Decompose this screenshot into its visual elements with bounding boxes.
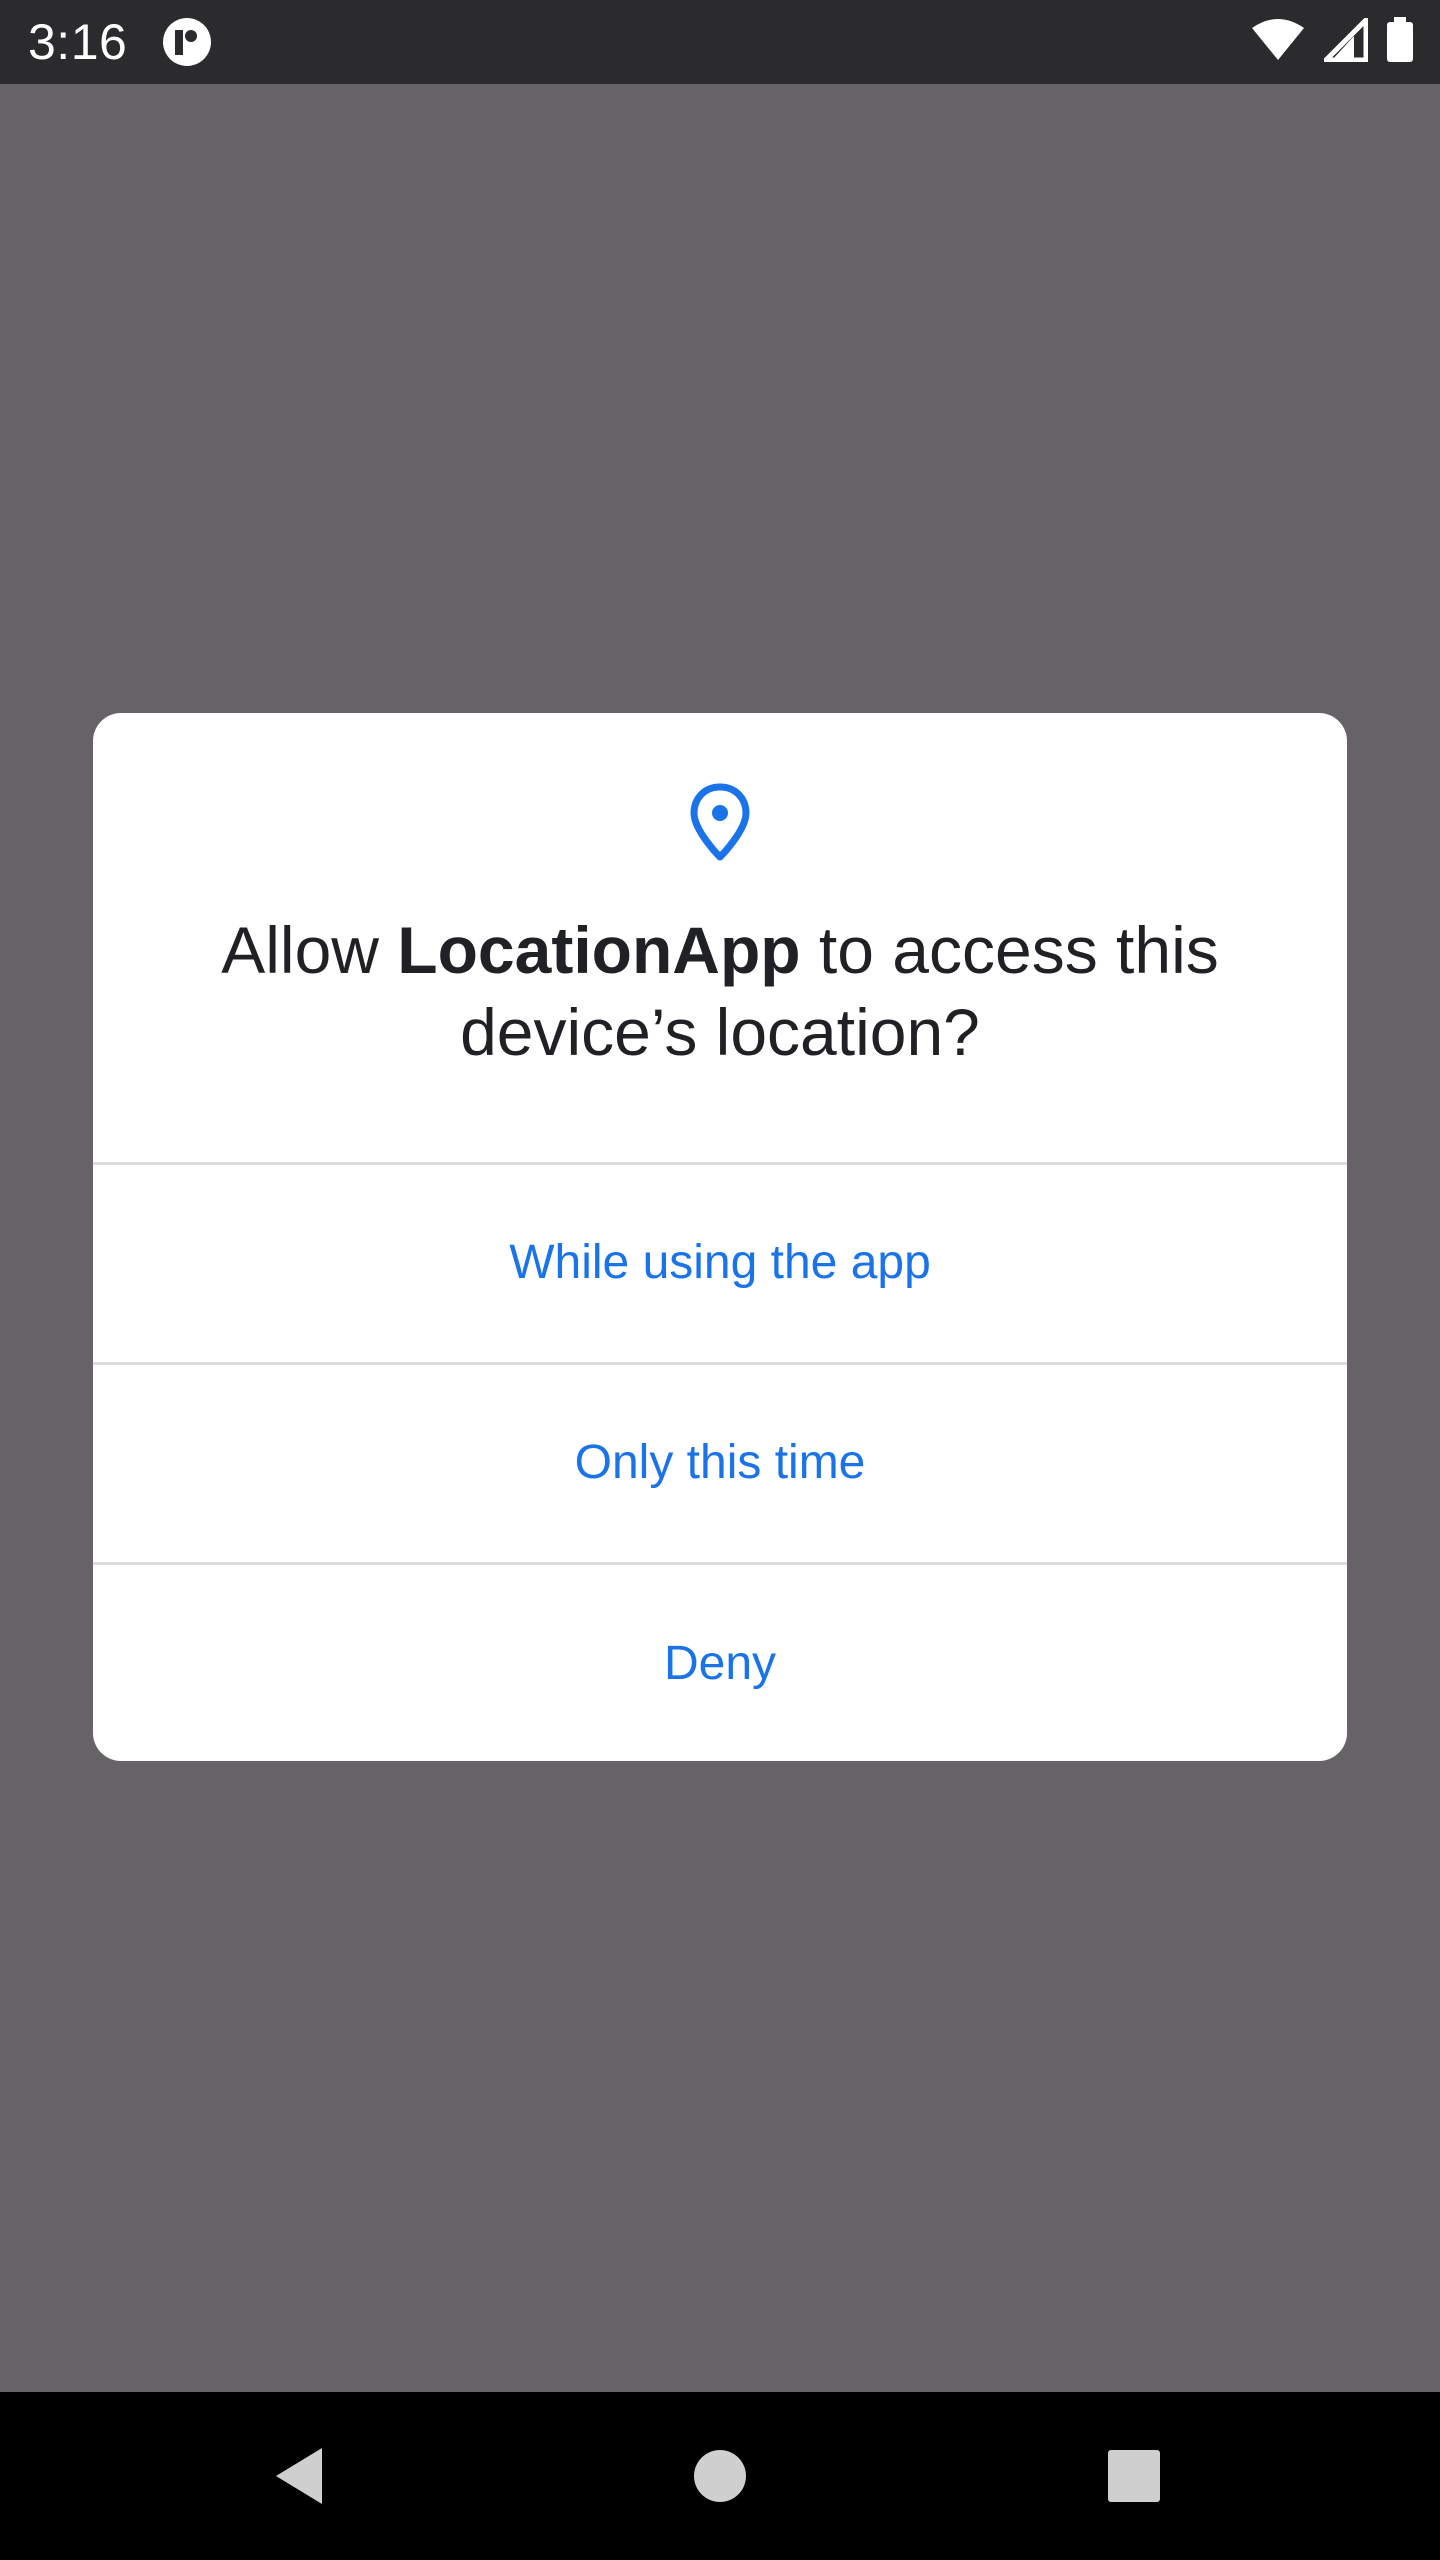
home-button[interactable]	[620, 2392, 820, 2560]
status-time: 3:16	[28, 14, 128, 70]
while-using-app-label: While using the app	[509, 1236, 931, 1289]
wifi-icon	[1250, 18, 1306, 67]
only-this-time-button[interactable]: Only this time	[93, 1362, 1347, 1560]
recents-square-icon	[1108, 2450, 1160, 2502]
dialog-header: Allow LocationApp to access this device’…	[93, 713, 1347, 1162]
deny-button[interactable]: Deny	[93, 1562, 1347, 1761]
navigation-bar	[0, 2392, 1440, 2560]
recents-button[interactable]	[1034, 2392, 1234, 2560]
battery-icon	[1386, 16, 1414, 68]
only-this-time-label: Only this time	[574, 1436, 866, 1489]
permission-dialog: Allow LocationApp to access this device’…	[93, 713, 1347, 1761]
cell-signal-icon	[1319, 13, 1369, 67]
deny-label: Deny	[663, 1636, 777, 1690]
title-prefix: Allow	[221, 913, 398, 987]
status-bar: 3:16	[0, 0, 1440, 84]
back-button[interactable]	[200, 2392, 400, 2560]
app-name: LocationApp	[397, 913, 801, 987]
status-icons	[1250, 13, 1414, 68]
app-notification-icon	[162, 17, 212, 67]
back-triangle-icon	[276, 2448, 322, 2504]
dialog-title: Allow LocationApp to access this device’…	[153, 909, 1287, 1073]
home-circle-icon	[694, 2450, 746, 2502]
while-using-app-button[interactable]: While using the app	[93, 1162, 1347, 1360]
location-pin-icon	[688, 783, 752, 861]
